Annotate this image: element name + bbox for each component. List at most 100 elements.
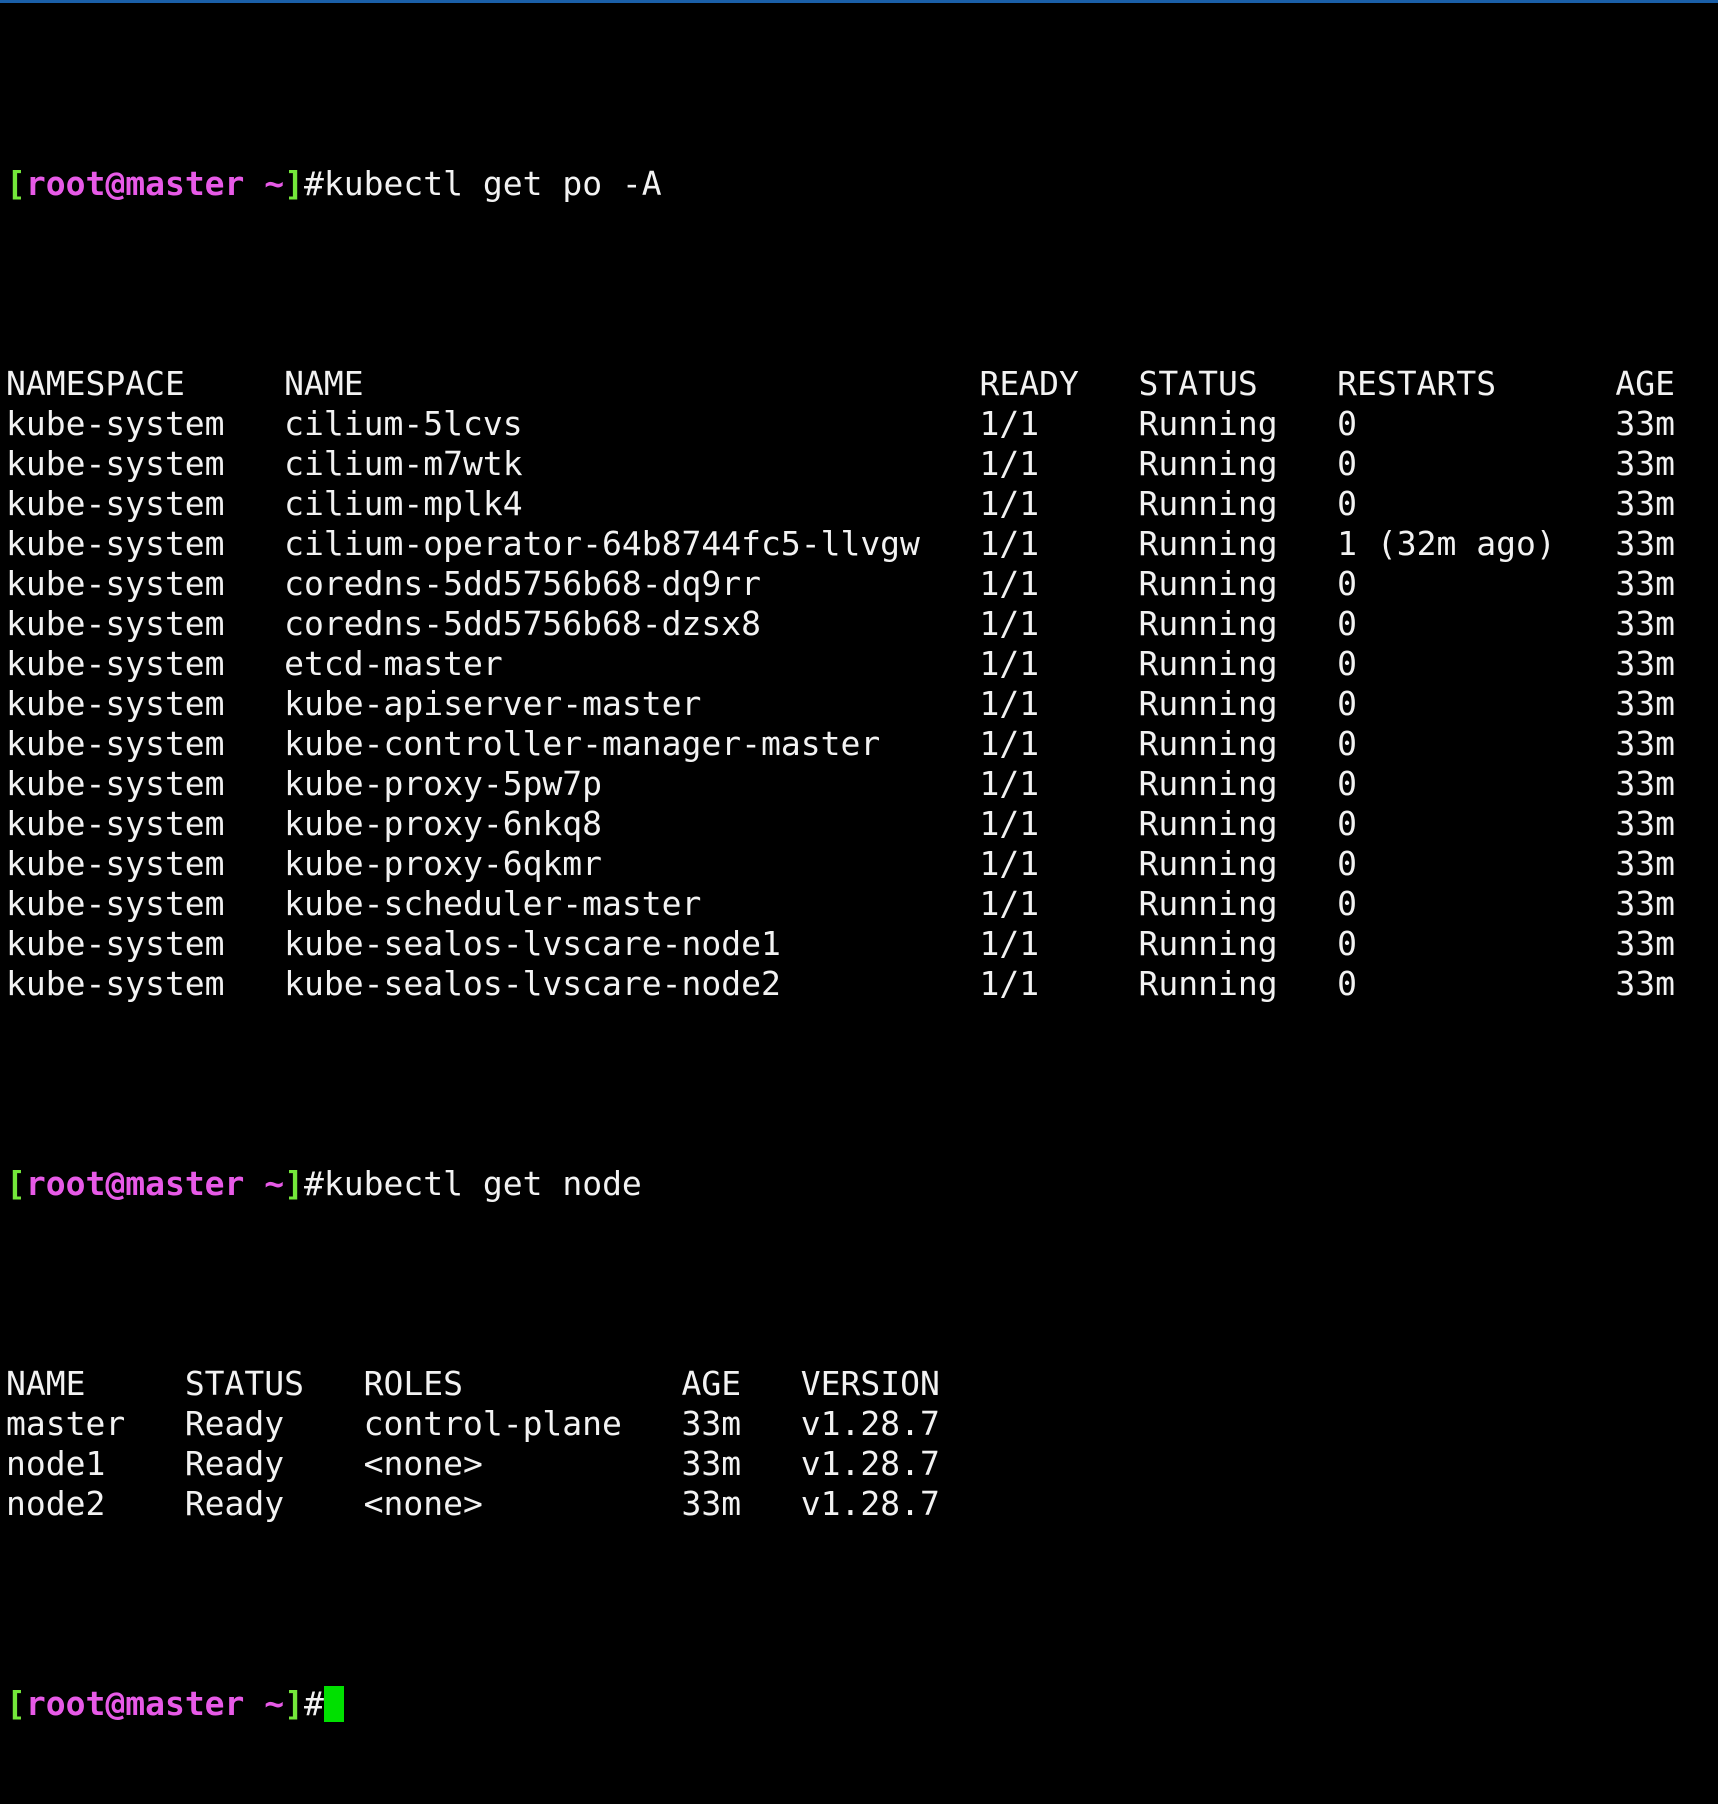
table-cell: Running — [1138, 404, 1338, 443]
prompt-dir: ~ — [264, 164, 285, 203]
column-header: READY — [979, 364, 1139, 403]
column-header: NAME — [284, 364, 980, 403]
prompt-close-bracket: ] — [284, 1684, 305, 1723]
table-cell: etcd-master — [284, 644, 980, 683]
table-row: kube-system cilium-mplk4 1/1 Running 0 3… — [6, 484, 1712, 524]
table-cell: 33m — [1615, 564, 1675, 603]
table-cell: 0 — [1337, 884, 1616, 923]
table-header-row: NAME STATUS ROLES AGE VERSION — [6, 1364, 1712, 1404]
table-cell: kube-system — [6, 764, 285, 803]
table-cell: Ready — [184, 1484, 364, 1523]
table-cell: 0 — [1337, 804, 1616, 843]
table-cell: kube-sealos-lvscare-node2 — [284, 964, 980, 1003]
column-header: VERSION — [800, 1364, 940, 1403]
terminal-output[interactable]: [root@master ~]#kubectl get po -A NAMESP… — [6, 4, 1712, 1804]
table-cell: Running — [1138, 964, 1338, 1003]
table-cell: 0 — [1337, 844, 1616, 883]
prompt-user-host: root@master — [25, 1164, 245, 1203]
table-cell: cilium-5lcvs — [284, 404, 980, 443]
prompt-open-bracket: [ — [6, 1684, 26, 1723]
table-cell: <none> — [363, 1484, 682, 1523]
table-cell: 33m — [1615, 644, 1675, 683]
terminal-cursor[interactable] — [323, 1686, 344, 1722]
prompt-hash: # — [304, 1164, 324, 1203]
table-row: node1 Ready <none> 33m v1.28.7 — [6, 1444, 1712, 1484]
table-cell: kube-proxy-6nkq8 — [284, 804, 980, 843]
prompt-hash: # — [304, 164, 324, 203]
table-row: kube-system kube-scheduler-master 1/1 Ru… — [6, 884, 1712, 924]
table-cell: cilium-m7wtk — [284, 444, 980, 483]
table-cell: 0 — [1337, 484, 1616, 523]
table-cell: kube-controller-manager-master — [284, 724, 980, 763]
table-cell: kube-proxy-5pw7p — [284, 764, 980, 803]
table-cell: 1/1 — [979, 884, 1139, 923]
prompt-open-bracket: [ — [6, 164, 26, 203]
table-cell: Running — [1138, 444, 1338, 483]
table-header-row: NAMESPACE NAME READY STATUS RESTARTS AGE — [6, 364, 1712, 404]
table-cell: Running — [1138, 564, 1338, 603]
table-cell: master — [6, 1404, 185, 1443]
table-cell: 0 — [1337, 444, 1616, 483]
table-cell: 1/1 — [979, 644, 1139, 683]
prompt-line-active[interactable]: [root@master ~]# — [6, 1684, 1712, 1724]
table-cell: <none> — [363, 1444, 682, 1483]
prompt-dir: ~ — [264, 1684, 285, 1723]
table-cell: kube-system — [6, 884, 285, 923]
command-text: kubectl get node — [323, 1164, 642, 1203]
prompt-line: [root@master ~]#kubectl get po -A — [6, 164, 1712, 204]
pods-table: NAMESPACE NAME READY STATUS RESTARTS AGE… — [6, 364, 1712, 1004]
command-text: kubectl get po -A — [323, 164, 662, 203]
table-cell: Running — [1138, 764, 1338, 803]
table-cell: 1/1 — [979, 844, 1139, 883]
table-cell: kube-system — [6, 564, 285, 603]
table-row: kube-system kube-sealos-lvscare-node2 1/… — [6, 964, 1712, 1004]
table-cell: 0 — [1337, 924, 1616, 963]
table-cell: cilium-operator-64b8744fc5-llvgw — [284, 524, 980, 563]
table-cell: 0 — [1337, 404, 1616, 443]
table-cell: v1.28.7 — [800, 1444, 940, 1483]
table-cell: v1.28.7 — [800, 1484, 940, 1523]
table-cell: 33m — [1615, 964, 1675, 1003]
table-cell: kube-proxy-6qkmr — [284, 844, 980, 883]
column-header: NAMESPACE — [6, 364, 285, 403]
table-cell: 0 — [1337, 644, 1616, 683]
table-cell: 0 — [1337, 724, 1616, 763]
table-cell: Running — [1138, 844, 1338, 883]
column-header: STATUS — [1138, 364, 1338, 403]
table-cell: 33m — [681, 1404, 801, 1443]
table-cell: 0 — [1337, 964, 1616, 1003]
column-header: NAME — [6, 1364, 185, 1403]
table-row: kube-system kube-sealos-lvscare-node1 1/… — [6, 924, 1712, 964]
table-cell: 33m — [1615, 684, 1675, 723]
table-cell: cilium-mplk4 — [284, 484, 980, 523]
table-cell: control-plane — [363, 1404, 682, 1443]
table-cell: v1.28.7 — [800, 1404, 940, 1443]
table-cell: kube-apiserver-master — [284, 684, 980, 723]
table-cell: Running — [1138, 524, 1338, 563]
table-cell: 0 — [1337, 764, 1616, 803]
table-row: kube-system cilium-m7wtk 1/1 Running 0 3… — [6, 444, 1712, 484]
table-cell: 0 — [1337, 564, 1616, 603]
table-cell: Running — [1138, 684, 1338, 723]
table-cell: 1/1 — [979, 524, 1139, 563]
table-cell: 33m — [1615, 884, 1675, 923]
table-cell: kube-system — [6, 964, 285, 1003]
table-cell: kube-system — [6, 644, 285, 683]
table-cell: kube-system — [6, 404, 285, 443]
table-cell: 0 — [1337, 684, 1616, 723]
table-cell: kube-system — [6, 924, 285, 963]
column-header: ROLES — [363, 1364, 682, 1403]
table-cell: Running — [1138, 924, 1338, 963]
prompt-user-host: root@master — [25, 164, 245, 203]
table-row: node2 Ready <none> 33m v1.28.7 — [6, 1484, 1712, 1524]
prompt-open-bracket: [ — [6, 1164, 26, 1203]
table-cell: 33m — [1615, 404, 1675, 443]
table-cell: 33m — [681, 1484, 801, 1523]
table-row: kube-system kube-controller-manager-mast… — [6, 724, 1712, 764]
table-cell: Running — [1138, 604, 1338, 643]
table-cell: kube-system — [6, 444, 285, 483]
prompt-close-bracket: ] — [284, 1164, 305, 1203]
table-cell: 1 (32m ago) — [1337, 524, 1616, 563]
table-cell: 33m — [1615, 804, 1675, 843]
table-cell: 33m — [1615, 444, 1675, 483]
